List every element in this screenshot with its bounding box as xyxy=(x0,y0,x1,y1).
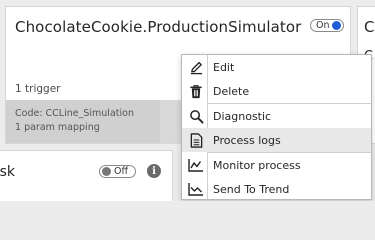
trigger-count: 1 trigger xyxy=(15,83,61,95)
trend-chart-icon xyxy=(188,181,204,197)
menu-item-label: Process logs xyxy=(213,133,281,147)
info-icon[interactable]: i xyxy=(147,164,161,178)
menu-item-label: Delete xyxy=(213,84,250,98)
document-icon xyxy=(188,132,204,148)
toggle-label: Off xyxy=(114,166,129,177)
pencil-icon xyxy=(188,59,204,75)
menu-item-edit[interactable]: Edit xyxy=(182,55,371,79)
menu-item-monitor-process[interactable]: Monitor process xyxy=(182,153,371,177)
app-stage: ChocolateCookie.ProductionSimulator On 1… xyxy=(0,0,375,201)
menu-item-label: Edit xyxy=(213,60,235,74)
menu-item-label: Diagnostic xyxy=(213,109,272,123)
menu-item-diagnostic[interactable]: Diagnostic xyxy=(182,104,371,128)
process-enabled-toggle[interactable]: On xyxy=(310,19,344,32)
menu-item-label: Send To Trend xyxy=(213,182,290,196)
task-enabled-toggle[interactable]: Off xyxy=(99,165,136,178)
menu-item-process-logs[interactable]: Process logs xyxy=(182,128,371,152)
menu-item-delete[interactable]: Delete xyxy=(182,79,371,103)
param-mapping-count: 1 param mapping xyxy=(15,122,100,133)
toggle-knob xyxy=(102,167,111,176)
adjacent-card-title: Co xyxy=(364,18,375,36)
task-card[interactable]: ask Off i xyxy=(0,150,173,201)
trash-icon xyxy=(188,83,204,99)
menu-item-label: Monitor process xyxy=(213,158,301,172)
code-label: Code: CCLine_Simulation xyxy=(15,108,134,119)
card-footer-left: Code: CCLine_Simulation 1 param mapping xyxy=(6,100,160,143)
search-icon xyxy=(188,108,204,124)
task-card-title: ask xyxy=(0,164,15,180)
menu-item-send-to-trend[interactable]: Send To Trend xyxy=(182,177,371,201)
toggle-label: On xyxy=(316,20,330,31)
process-card-title: ChocolateCookie.ProductionSimulator xyxy=(15,18,302,36)
context-menu: Edit Delete Diagnostic Process logs Moni… xyxy=(181,54,372,200)
toggle-knob xyxy=(332,21,341,30)
line-chart-icon xyxy=(188,157,204,173)
